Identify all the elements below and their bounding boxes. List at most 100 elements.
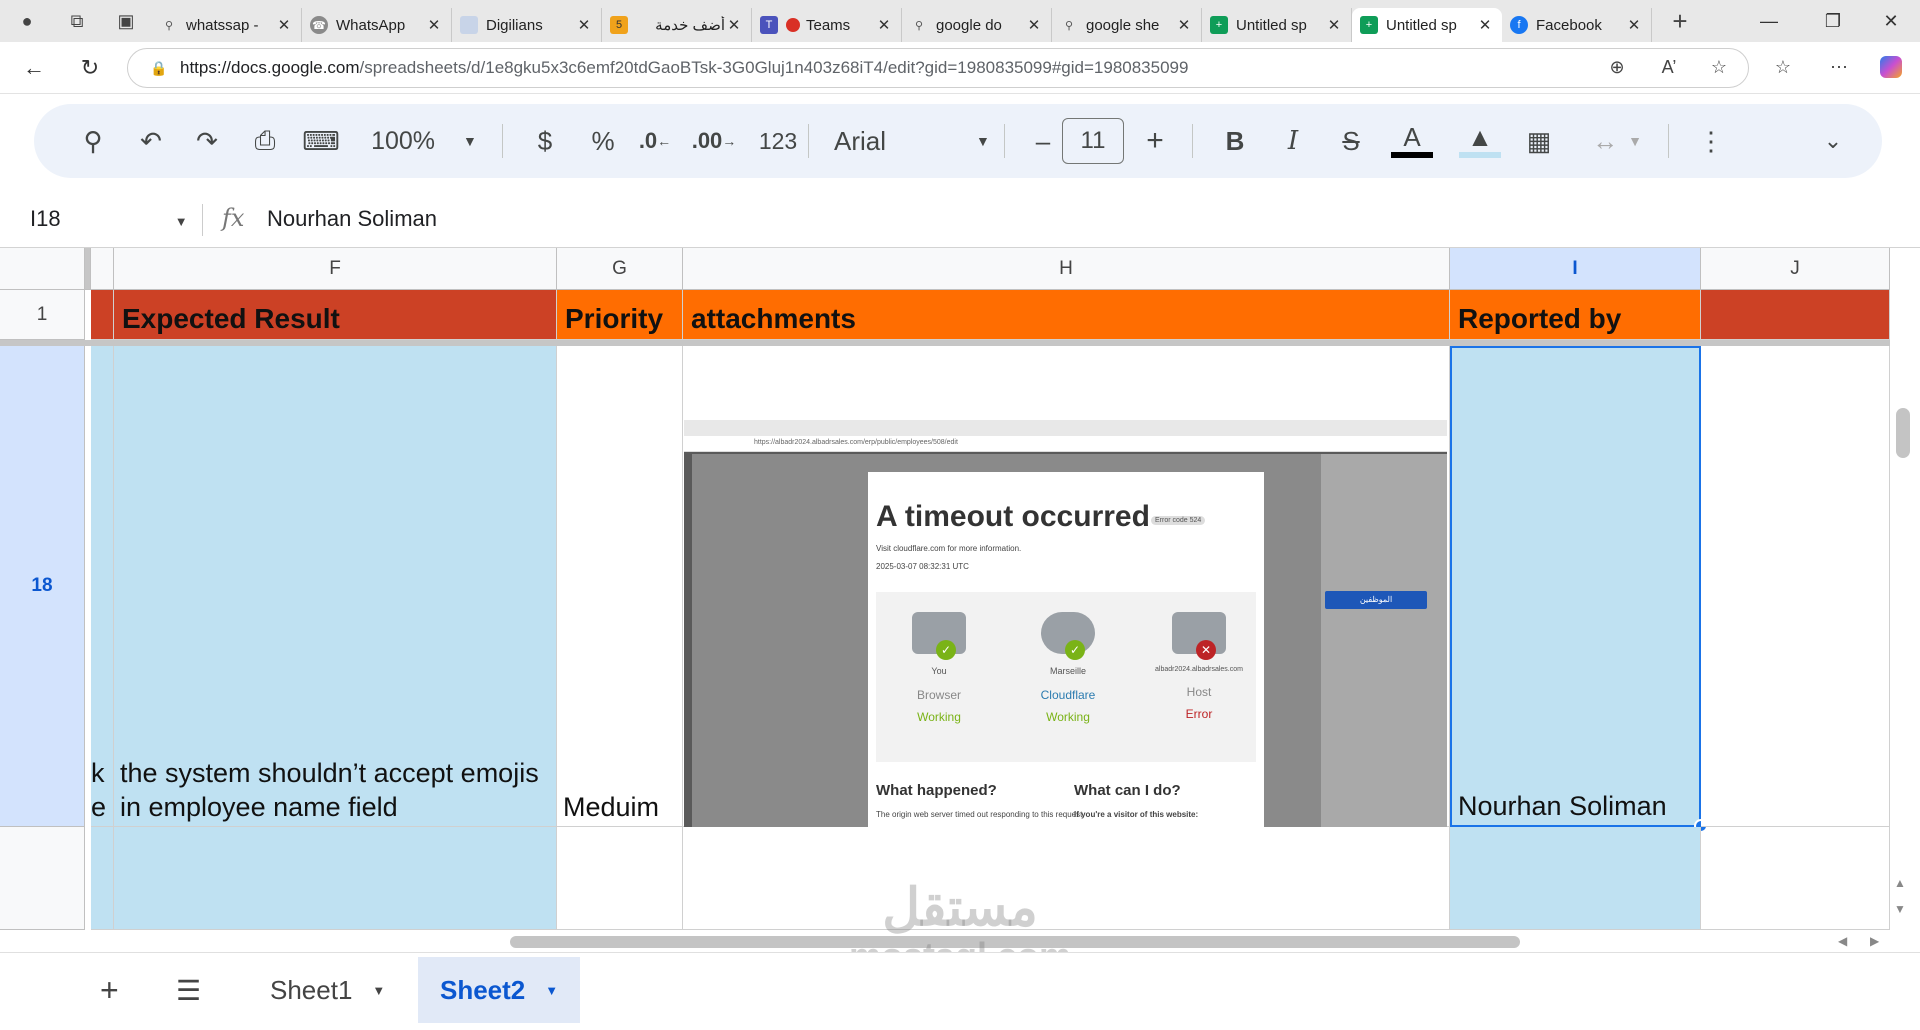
vertical-scrollbar[interactable]: ▲ ▼ <box>1890 290 1918 930</box>
close-icon[interactable]: ✕ <box>1025 16 1043 34</box>
close-icon[interactable]: ✕ <box>1175 16 1193 34</box>
row-header-1[interactable]: 1 <box>0 290 85 340</box>
all-sheets-menu-icon[interactable]: ☰ <box>176 957 201 1023</box>
browser-tab-9-active[interactable]: + Untitled sp ✕ <box>1352 8 1502 42</box>
cell-e1[interactable] <box>91 290 114 340</box>
chevron-down-icon: ▼ <box>976 133 990 149</box>
browser-tab-1[interactable]: ⚲ whatssap - ✕ <box>152 8 302 42</box>
sheet-tab-sheet1[interactable]: Sheet1 ▼ <box>254 957 401 1023</box>
column-header-h[interactable]: H <box>683 248 1450 290</box>
column-header-j[interactable]: J <box>1701 248 1890 290</box>
favorites-icon[interactable]: ☆ <box>1766 50 1800 84</box>
close-icon[interactable]: ✕ <box>875 16 893 34</box>
minimize-icon[interactable]: — <box>1740 0 1798 42</box>
increase-decimal-button[interactable]: .00 → <box>684 104 744 178</box>
close-icon[interactable]: ✕ <box>275 16 293 34</box>
browser-tab-6[interactable]: ⚲ google do ✕ <box>902 8 1052 42</box>
fill-color-button[interactable]: ▲ <box>1452 104 1508 178</box>
browser-tab-2[interactable]: ☎ WhatsApp ✕ <box>302 8 452 42</box>
percent-button[interactable]: % <box>580 104 626 178</box>
cell-i19[interactable] <box>1450 827 1701 930</box>
add-sheet-button[interactable]: + <box>100 957 119 1023</box>
bold-button[interactable]: B <box>1210 104 1260 178</box>
more-options-icon[interactable]: ⋮ <box>1686 104 1736 178</box>
row-header-19[interactable] <box>0 827 85 930</box>
browser-tab-7[interactable]: ⚲ google she ✕ <box>1052 8 1202 42</box>
column-header-g[interactable]: G <box>557 248 683 290</box>
window-close-icon[interactable]: ✕ <box>1862 0 1920 42</box>
read-aloud-icon[interactable]: A’ <box>1652 50 1686 84</box>
cell-f19[interactable] <box>114 827 557 930</box>
close-icon[interactable]: ✕ <box>425 16 443 34</box>
close-icon[interactable]: ✕ <box>575 16 593 34</box>
cell-e18[interactable]: k e <box>91 346 114 827</box>
more-icon[interactable]: ⋯ <box>1822 50 1856 84</box>
strikethrough-button[interactable]: S <box>1326 104 1376 178</box>
column-header-e[interactable] <box>91 248 114 290</box>
favorite-star-icon[interactable]: ☆ <box>1702 50 1736 84</box>
merge-cells-icon[interactable]: ↔ ▼ <box>1572 104 1662 178</box>
cell-j19[interactable] <box>1701 827 1890 930</box>
font-size-input[interactable]: 11 <box>1062 104 1124 178</box>
cell-j18[interactable] <box>1701 346 1890 827</box>
redo-icon[interactable]: ↷ <box>182 104 232 178</box>
collapse-toolbar-icon[interactable]: ⌄ <box>1808 104 1858 178</box>
scroll-up-icon[interactable]: ▲ <box>1894 876 1906 890</box>
formula-input[interactable]: Nourhan Soliman <box>267 206 437 232</box>
select-all-corner[interactable] <box>0 248 85 290</box>
attachment-image[interactable]: https://albadr2024.albadrsales.com/erp/p… <box>684 420 1447 827</box>
header-attachments[interactable]: attachments <box>683 290 1450 340</box>
scroll-right-icon[interactable]: ▶ <box>1870 934 1879 948</box>
borders-icon[interactable]: ▦ <box>1514 104 1564 178</box>
close-icon[interactable]: ✕ <box>1476 16 1494 34</box>
search-menus-icon[interactable]: ⚲ <box>68 104 118 178</box>
header-priority[interactable]: Priority <box>557 290 683 340</box>
italic-button[interactable]: I <box>1268 104 1318 178</box>
back-icon[interactable]: ← <box>16 50 52 86</box>
decrease-font-size-button[interactable]: – <box>1018 104 1068 178</box>
decrease-decimal-button[interactable]: .0 ← <box>630 104 680 178</box>
browser-tab-5[interactable]: T Teams ✕ <box>752 8 902 42</box>
cell-reported-by-18[interactable]: Nourhan Soliman <box>1450 346 1701 827</box>
copilot-icon[interactable] <box>1874 50 1908 84</box>
browser-tab-10[interactable]: f Facebook ✕ <box>1502 8 1652 42</box>
vertical-scroll-thumb[interactable] <box>1896 408 1910 458</box>
cell-g19[interactable] <box>557 827 683 930</box>
zoom-icon[interactable]: ⊕ <box>1600 50 1634 84</box>
cell-j1[interactable] <box>1701 290 1890 340</box>
column-header-i[interactable]: I <box>1450 248 1701 290</box>
tab-actions-icon[interactable]: ▣ <box>100 0 152 42</box>
close-icon[interactable]: ✕ <box>1625 16 1643 34</box>
header-reported-by[interactable]: Reported by <box>1450 290 1701 340</box>
browser-tab-8[interactable]: + Untitled sp ✕ <box>1202 8 1352 42</box>
column-header-f[interactable]: F <box>114 248 557 290</box>
close-icon[interactable]: ✕ <box>725 16 743 34</box>
address-bar[interactable]: 🔒 https://docs.google.com/spreadsheets/d… <box>127 48 1749 88</box>
cell-priority-18[interactable]: Meduim <box>557 346 683 827</box>
header-expected-result[interactable]: Expected Result <box>114 290 557 340</box>
restore-icon[interactable]: ❐ <box>1804 0 1862 42</box>
browser-tab-3[interactable]: Digilians ✕ <box>452 8 602 42</box>
text-color-button[interactable]: A <box>1384 104 1440 178</box>
scroll-down-icon[interactable]: ▼ <box>1894 902 1906 916</box>
currency-button[interactable]: $ <box>522 104 568 178</box>
cell-expected-result-18[interactable]: the system shouldn’t accept emojis in em… <box>114 346 557 827</box>
zoom-select[interactable]: 100% ▼ <box>364 104 484 178</box>
profile-icon[interactable]: ● <box>0 0 54 42</box>
sheet-tab-sheet2[interactable]: Sheet2 ▼ <box>418 957 581 1023</box>
undo-icon[interactable]: ↶ <box>126 104 176 178</box>
font-select[interactable]: Arial ▼ <box>834 104 1024 178</box>
paint-format-icon[interactable]: ⌨ <box>296 104 346 178</box>
name-box[interactable]: I18 ▼ <box>30 206 188 232</box>
row-header-18[interactable]: 18 <box>0 346 85 827</box>
cell-e19[interactable] <box>91 827 114 930</box>
increase-font-size-button[interactable]: + <box>1130 104 1180 178</box>
browser-tab-4[interactable]: 5 أضف خدمة ✕ <box>602 8 752 42</box>
refresh-icon[interactable]: ↻ <box>72 50 108 86</box>
more-formats-button[interactable]: 123 <box>750 104 806 178</box>
scroll-left-icon[interactable]: ◀ <box>1838 934 1847 948</box>
close-icon[interactable]: ✕ <box>1325 16 1343 34</box>
print-icon[interactable]: ⎙ <box>240 104 290 178</box>
new-tab-icon[interactable]: + <box>1652 0 1708 42</box>
workspaces-icon[interactable]: ⧉ <box>54 0 100 42</box>
